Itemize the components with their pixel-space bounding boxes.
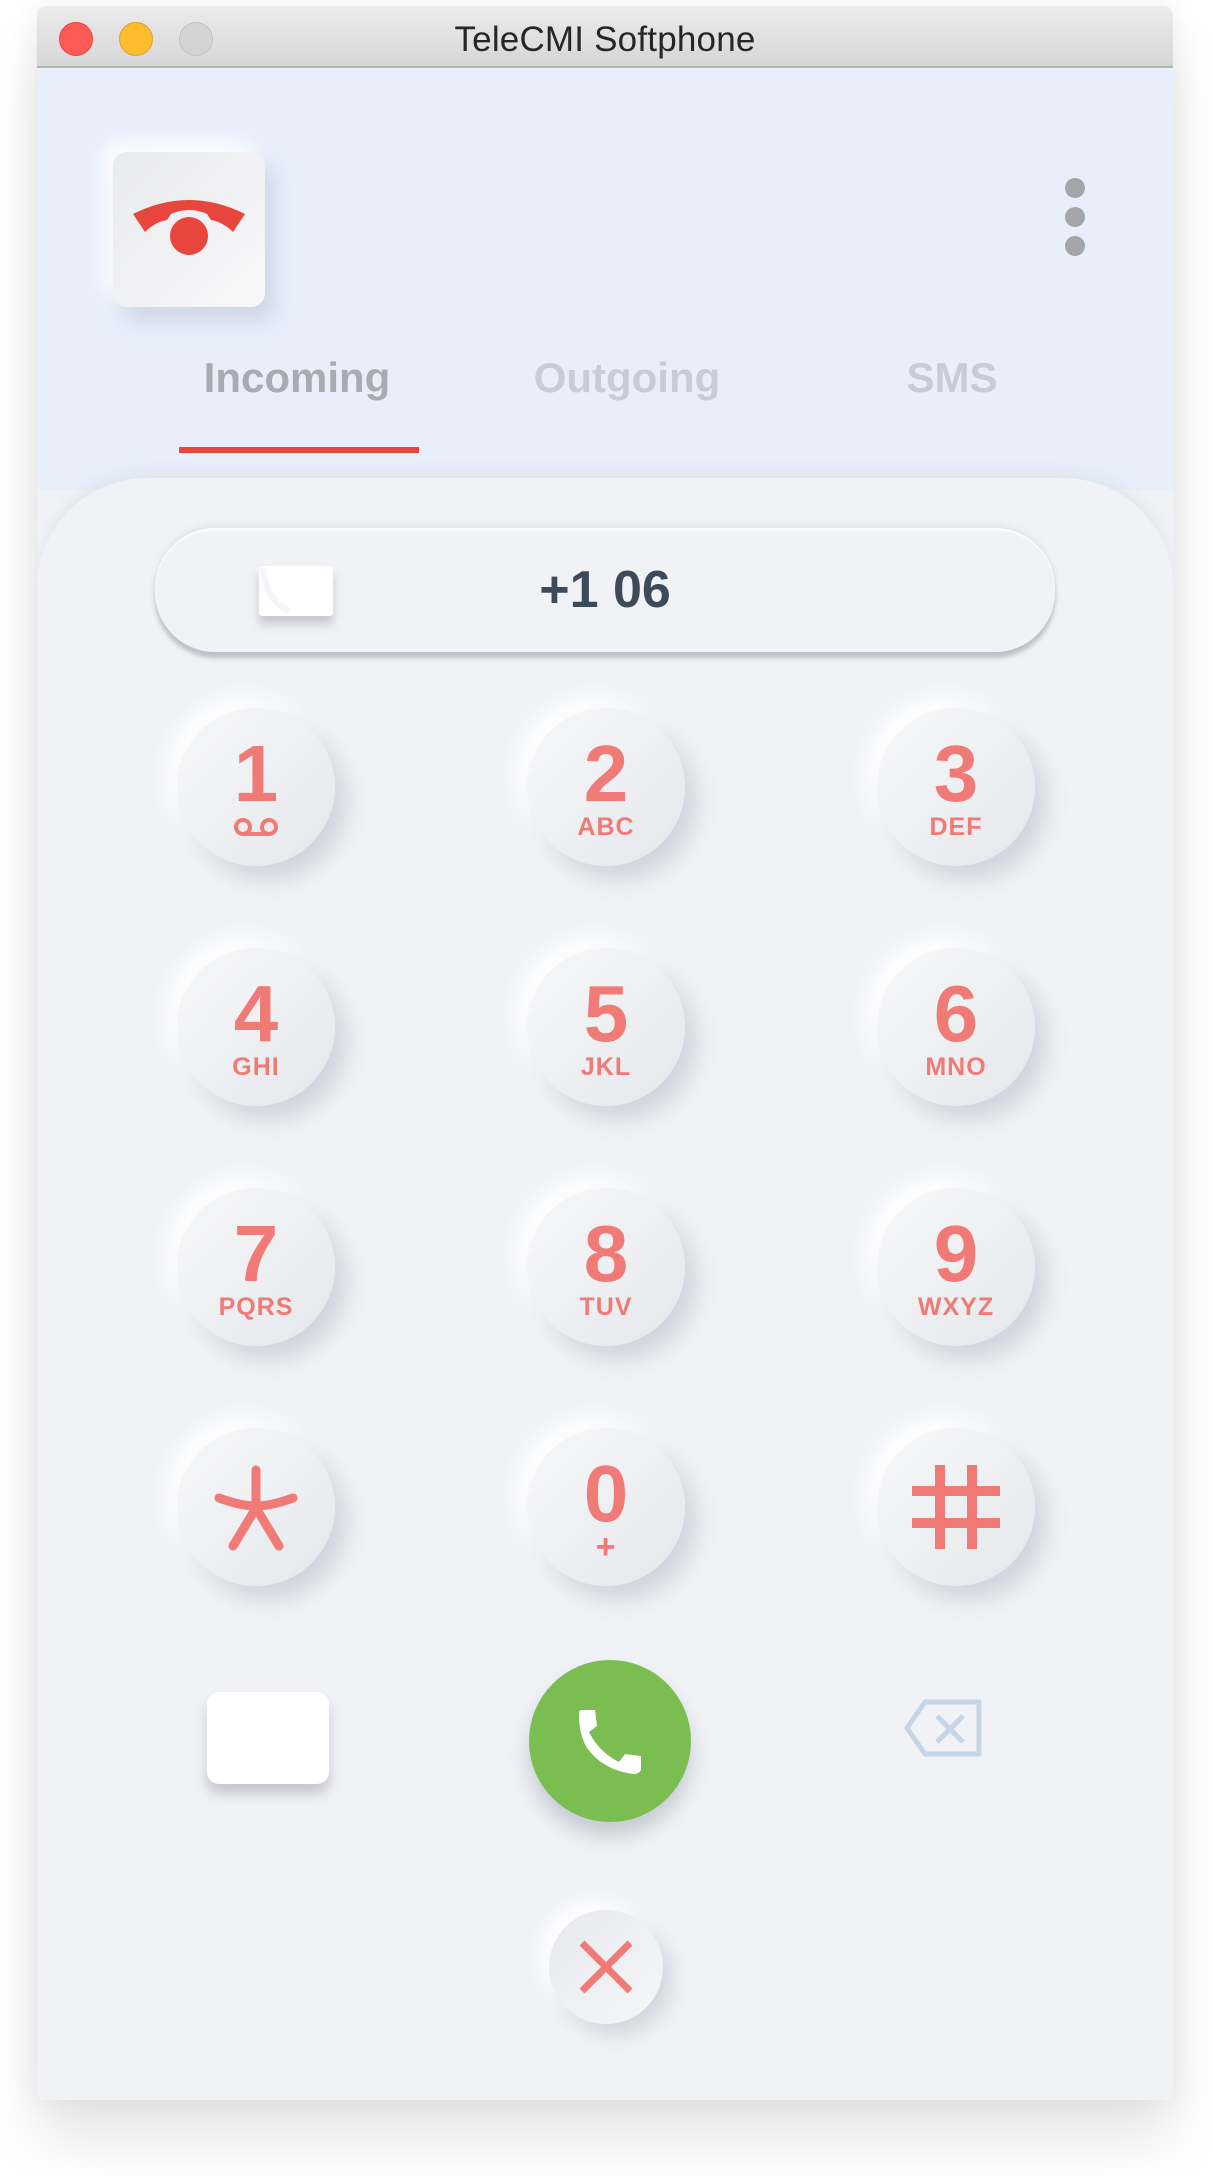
- key-hash[interactable]: [877, 1428, 1035, 1586]
- action-row: [37, 1658, 1173, 1858]
- key-3[interactable]: 3 DEF: [877, 708, 1035, 866]
- key-digit: 8: [583, 1209, 629, 1298]
- key-digit: 4: [233, 969, 279, 1058]
- key-letters: DEF: [929, 813, 983, 841]
- tab-bar: Incoming Outgoing SMS: [37, 354, 1173, 444]
- key-5[interactable]: 5 JKL: [527, 948, 685, 1106]
- key-7[interactable]: 7 PQRS: [177, 1188, 335, 1346]
- phone-icon: [579, 1710, 641, 1774]
- key-digit: 1: [233, 729, 279, 818]
- key-digit: 2: [583, 729, 629, 818]
- title-bar: TeleCMI Softphone: [37, 6, 1173, 68]
- active-tab-indicator: [179, 447, 419, 453]
- more-options-button[interactable]: [1057, 178, 1093, 268]
- key-4[interactable]: 4 GHI: [177, 948, 335, 1106]
- key-letters: JKL: [580, 1053, 632, 1081]
- key-letters: TUV: [579, 1293, 633, 1321]
- key-letters: PQRS: [218, 1293, 294, 1321]
- key-letters: ABC: [577, 813, 635, 841]
- key-letters: MNO: [925, 1053, 987, 1081]
- key-6[interactable]: 6 MNO: [877, 948, 1035, 1106]
- tab-sms[interactable]: SMS: [837, 354, 1067, 444]
- key-digit: 0: [583, 1449, 629, 1538]
- key-digit: 9: [933, 1209, 979, 1298]
- key-0[interactable]: 0 +: [527, 1428, 685, 1586]
- key-1[interactable]: 1: [177, 708, 335, 866]
- key-star[interactable]: [177, 1428, 335, 1586]
- backspace-icon: [904, 1699, 982, 1757]
- tab-incoming[interactable]: Incoming: [177, 354, 417, 444]
- close-dialer-button[interactable]: [549, 1910, 663, 2024]
- call-button[interactable]: [529, 1660, 691, 1822]
- window-title: TeleCMI Softphone: [454, 20, 756, 59]
- softphone-window: TeleCMI Softphone Incoming Outgoing SMS: [37, 6, 1173, 2100]
- tab-outgoing[interactable]: Outgoing: [487, 354, 767, 444]
- vertical-dot: [1065, 207, 1085, 227]
- close-icon: [579, 1940, 633, 1994]
- backspace-button[interactable]: [903, 1696, 987, 1760]
- vertical-dots-icon: [1065, 178, 1085, 198]
- asterisk-icon: [214, 1465, 298, 1551]
- key-digit: 3: [933, 729, 979, 818]
- header: Incoming Outgoing SMS: [37, 70, 1173, 490]
- key-digit: 6: [933, 969, 979, 1058]
- key-digit: 5: [583, 969, 629, 1058]
- hash-icon: [912, 1465, 1000, 1549]
- key-letters: WXYZ: [917, 1293, 995, 1321]
- voicemail-icon: [234, 818, 278, 836]
- vertical-dot: [1065, 236, 1085, 256]
- key-2[interactable]: 2 ABC: [527, 708, 685, 866]
- phone-number-field[interactable]: +1 06: [155, 528, 1055, 652]
- blank-action-button[interactable]: [207, 1692, 329, 1784]
- hang-up-phone-icon: [133, 200, 245, 255]
- key-letters: GHI: [232, 1053, 280, 1081]
- key-digit: 7: [233, 1209, 279, 1298]
- key-letters: +: [595, 1528, 617, 1566]
- phone-number-value: +1 06: [539, 561, 671, 619]
- dialer-panel: +1 06 1 2 ABC 3 DEF 4 GHI 5 JKL 6 MNO 7 …: [37, 478, 1173, 2100]
- app-logo: [113, 152, 265, 307]
- key-9[interactable]: 9 WXYZ: [877, 1188, 1035, 1346]
- key-8[interactable]: 8 TUV: [527, 1188, 685, 1346]
